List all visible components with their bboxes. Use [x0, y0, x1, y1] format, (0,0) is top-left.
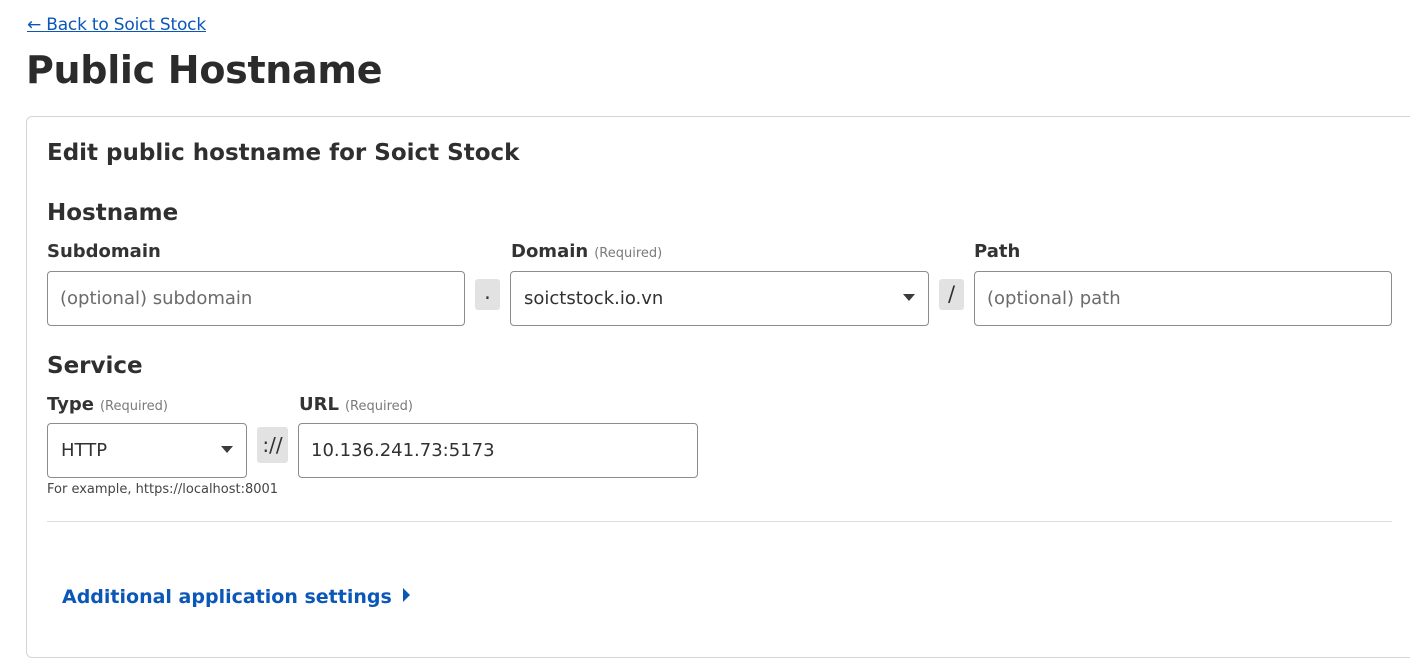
type-required-hint: (Required) [99, 399, 168, 414]
domain-select[interactable]: soictstock.io.vn [510, 271, 929, 326]
path-label: Path [974, 241, 1020, 262]
back-link[interactable]: ← Back to Soict Stock [27, 15, 206, 35]
service-type-select[interactable]: HTTP [47, 423, 247, 478]
domain-label-text: Domain [511, 241, 589, 262]
slash-separator: / [939, 279, 964, 310]
subdomain-label-text: Subdomain [47, 241, 161, 262]
type-label-text: Type [47, 394, 94, 415]
edit-hostname-card [26, 116, 1410, 658]
url-required-hint: (Required) [344, 399, 413, 414]
section-divider [47, 521, 1392, 522]
url-help-text: For example, https://localhost:8001 [47, 482, 279, 497]
hostname-section-title: Hostname [47, 200, 179, 226]
url-label: URL (Required) [299, 394, 413, 415]
service-url-input[interactable] [298, 423, 698, 478]
scheme-separator: :// [257, 427, 288, 463]
page-title: Public Hostname [26, 48, 383, 92]
domain-label: Domain (Required) [511, 241, 662, 262]
caret-down-icon [903, 294, 915, 301]
path-input[interactable] [974, 271, 1392, 326]
service-section-title: Service [47, 353, 143, 379]
additional-settings-label: Additional application settings [62, 586, 392, 608]
subdomain-input[interactable] [47, 271, 465, 326]
path-label-text: Path [974, 241, 1021, 262]
domain-required-hint: (Required) [594, 246, 663, 261]
service-type-value: HTTP [61, 440, 108, 461]
caret-right-icon [402, 588, 410, 602]
dot-separator: . [475, 279, 500, 310]
caret-down-icon [221, 446, 233, 453]
url-label-text: URL [299, 394, 339, 415]
subdomain-label: Subdomain [47, 241, 161, 262]
card-title: Edit public hostname for Soict Stock [47, 140, 520, 166]
additional-settings-toggle[interactable]: Additional application settings [62, 586, 410, 608]
domain-select-value: soictstock.io.vn [524, 288, 664, 309]
type-label: Type (Required) [47, 394, 168, 415]
